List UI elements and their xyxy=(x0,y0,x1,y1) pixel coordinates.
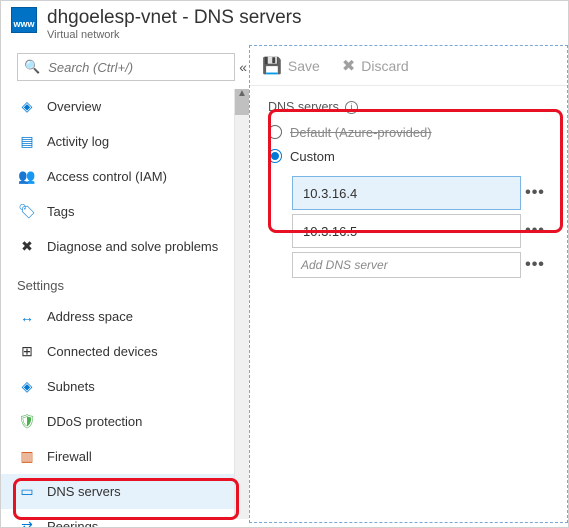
discard-icon: ✖ xyxy=(342,56,355,76)
nav-label: Diagnose and solve problems xyxy=(47,239,225,254)
sidebar-item-activity-log[interactable]: ▤ Activity log xyxy=(1,124,235,159)
nav-label: Address space xyxy=(47,309,225,324)
sidebar-item-access-control-iam-[interactable]: 👥 Access control (IAM) xyxy=(1,159,235,194)
nav-icon: ⊞ xyxy=(17,343,37,361)
dns-servers-label: DNS servers xyxy=(268,100,339,114)
nav-label: Tags xyxy=(47,204,225,219)
sidebar-item-firewall[interactable]: ▥ Firewall xyxy=(1,439,235,474)
nav-icon: ↔ xyxy=(17,308,37,326)
dns-server-add-input[interactable]: Add DNS server xyxy=(292,252,521,278)
discard-button[interactable]: ✖ Discard xyxy=(342,56,409,76)
nav-label: Subnets xyxy=(47,379,225,394)
dns-server-more-button[interactable]: ••• xyxy=(521,184,549,202)
dns-server-row: 10.3.16.4••• xyxy=(292,176,549,210)
dns-server-add-row: Add DNS server••• xyxy=(292,252,549,278)
sidebar-collapse-button[interactable]: « xyxy=(239,59,247,75)
dns-server-add-more-button[interactable]: ••• xyxy=(521,256,549,274)
radio-default-azure[interactable]: Default (Azure-provided) xyxy=(268,120,549,144)
dns-server-row: 10.3.16.5••• xyxy=(292,214,549,248)
page-title: dhgoelesp-vnet - DNS servers xyxy=(47,7,302,29)
info-icon[interactable]: i xyxy=(345,101,358,114)
nav-icon: ✖ xyxy=(17,238,37,256)
nav-icon: 🏷 xyxy=(17,203,37,221)
nav-icon: 👥 xyxy=(17,168,37,186)
sidebar-search[interactable]: 🔍 xyxy=(17,53,235,81)
sidebar-item-subnets[interactable]: ◈ Subnets xyxy=(1,369,235,404)
radio-unchecked-icon xyxy=(268,125,282,139)
sidebar-section-settings: Settings xyxy=(1,264,235,299)
nav-icon: ◈ xyxy=(17,98,37,116)
dns-server-more-button[interactable]: ••• xyxy=(521,222,549,240)
nav-label: Overview xyxy=(47,99,225,114)
nav-icon: ▭ xyxy=(17,483,37,501)
nav-label: Connected devices xyxy=(47,344,225,359)
nav-icon: ▥ xyxy=(17,448,37,466)
nav-label: Access control (IAM) xyxy=(47,169,225,184)
nav-icon: ◈ xyxy=(17,378,37,396)
sidebar-item-overview[interactable]: ◈ Overview xyxy=(1,89,235,124)
dns-server-input[interactable]: 10.3.16.4 xyxy=(292,176,521,210)
sidebar-item-tags[interactable]: 🏷 Tags xyxy=(1,194,235,229)
sidebar-item-diagnose-and-solve-problems[interactable]: ✖ Diagnose and solve problems xyxy=(1,229,235,264)
sidebar-item-dns-servers[interactable]: ▭ DNS servers xyxy=(1,474,235,509)
nav-icon: ▤ xyxy=(17,133,37,151)
sidebar-item-ddos-protection[interactable]: 🛡 DDoS protection xyxy=(1,404,235,439)
nav-label: Firewall xyxy=(47,449,225,464)
dns-server-input[interactable]: 10.3.16.5 xyxy=(292,214,521,248)
radio-custom[interactable]: Custom xyxy=(268,144,549,168)
sidebar-search-input[interactable] xyxy=(46,59,228,76)
nav-label: Activity log xyxy=(47,134,225,149)
nav-icon: ⇄ xyxy=(17,518,37,528)
radio-custom-label: Custom xyxy=(290,149,335,164)
nav-label: DNS servers xyxy=(47,484,225,499)
radio-checked-icon xyxy=(268,149,282,163)
nav-label: DDoS protection xyxy=(47,414,225,429)
sidebar-item-peerings[interactable]: ⇄ Peerings xyxy=(1,509,235,528)
search-icon: 🔍 xyxy=(24,59,40,75)
sidebar-item-connected-devices[interactable]: ⊞ Connected devices xyxy=(1,334,235,369)
sidebar-item-address-space[interactable]: ↔ Address space xyxy=(1,299,235,334)
sidebar-scrollbar[interactable] xyxy=(235,89,249,115)
nav-label: Peerings xyxy=(47,519,225,528)
discard-button-label: Discard xyxy=(361,58,408,74)
nav-icon: 🛡 xyxy=(17,413,37,431)
save-button-label: Save xyxy=(288,58,320,74)
vnet-resource-icon: www xyxy=(11,7,37,33)
save-button[interactable]: 💾 Save xyxy=(262,56,320,76)
resource-type-label: Virtual network xyxy=(47,29,302,41)
radio-default-label: Default (Azure-provided) xyxy=(290,125,432,140)
save-icon: 💾 xyxy=(262,56,282,76)
